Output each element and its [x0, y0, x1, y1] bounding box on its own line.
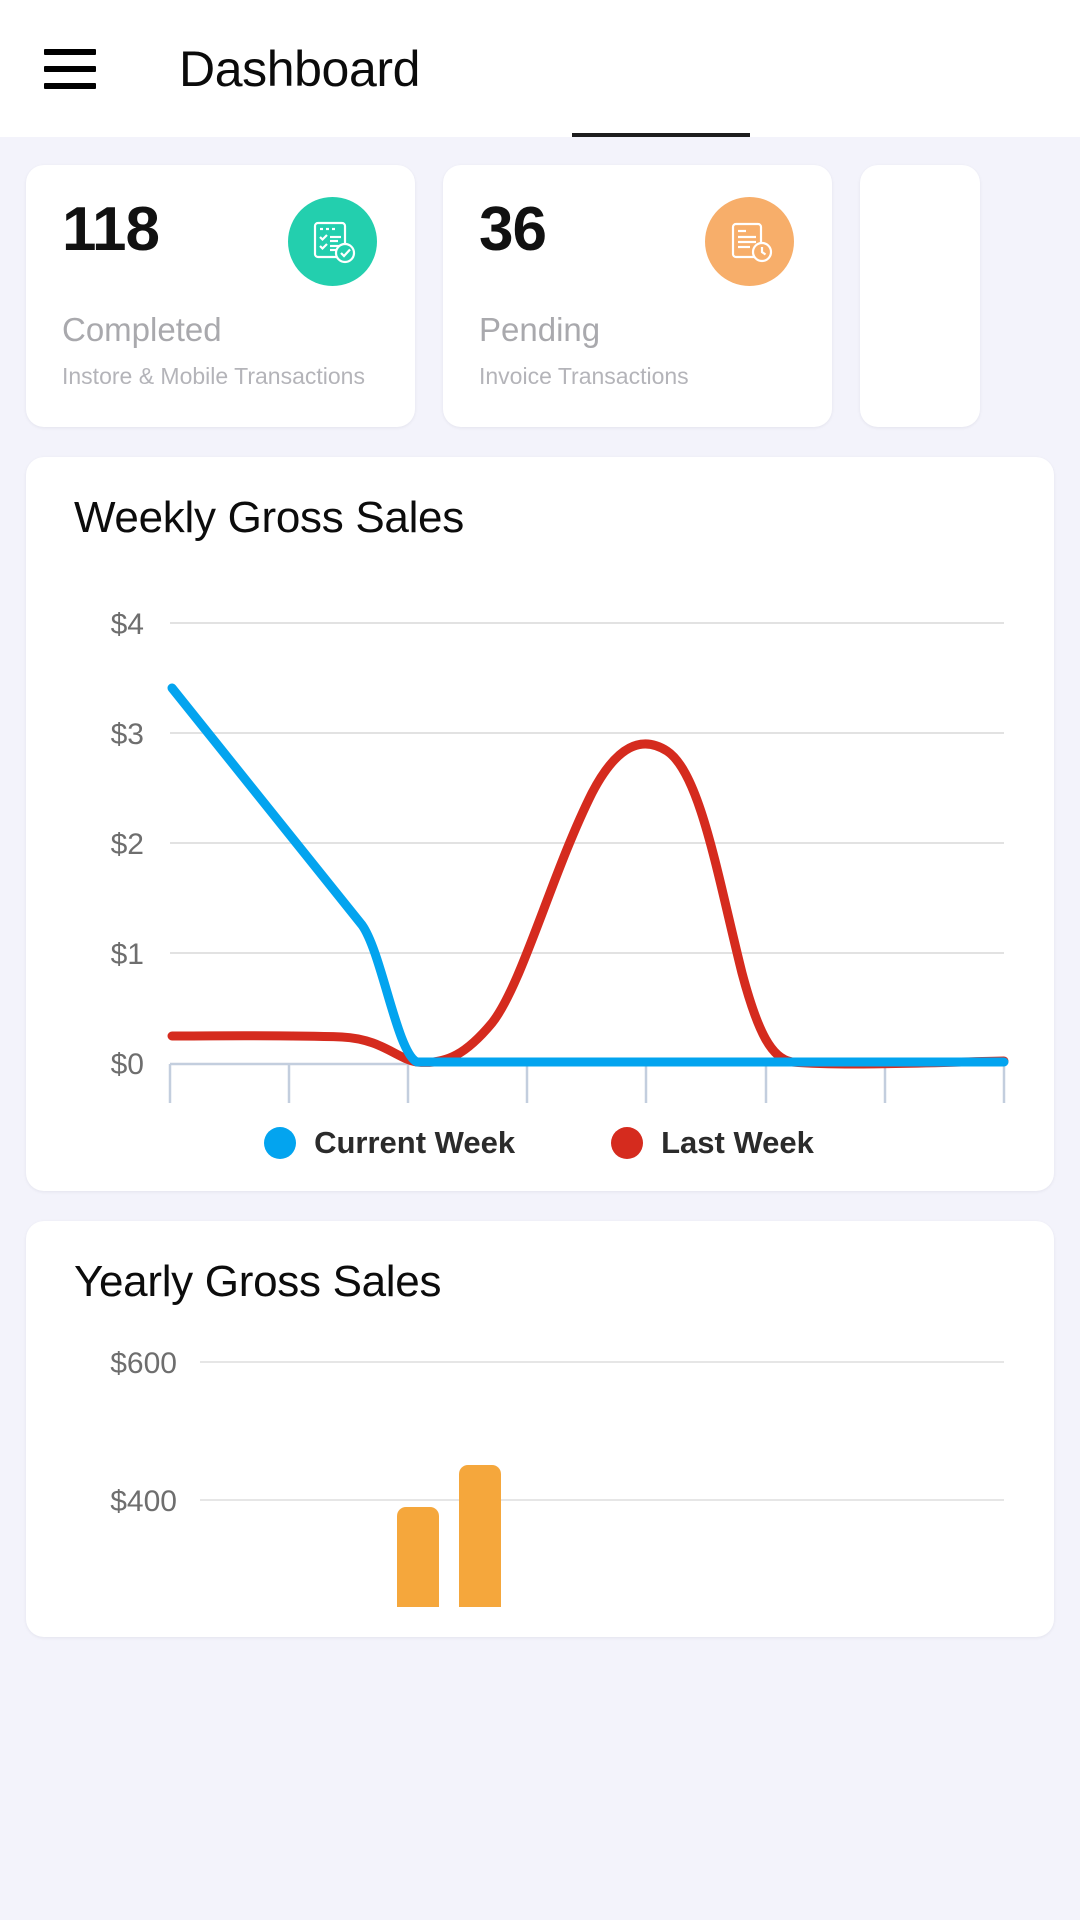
svg-text:$600: $600: [110, 1347, 177, 1380]
weekly-line-chart[interactable]: $4 $3 $2 $1 $0: [52, 543, 1026, 1103]
stat-label: Completed: [62, 311, 222, 348]
page-title: Dashboard: [179, 40, 421, 97]
stat-sublabel: Invoice Transactions: [479, 363, 689, 389]
hamburger-menu-icon[interactable]: [44, 48, 96, 89]
legend-item-last-week[interactable]: Last Week: [611, 1125, 814, 1161]
clipboard-check-icon: [288, 197, 377, 286]
svg-text:$1: $1: [111, 938, 144, 971]
legend-item-current-week[interactable]: Current Week: [264, 1125, 515, 1161]
svg-text:$4: $4: [111, 608, 144, 641]
stat-card-next[interactable]: [860, 165, 980, 427]
yearly-gross-sales-panel: Yearly Gross Sales $600 $400: [26, 1221, 1054, 1637]
stat-sublabel: Instore & Mobile Transactions: [62, 363, 365, 389]
yearly-bar-chart[interactable]: $600 $400: [52, 1307, 1026, 1607]
legend-label: Last Week: [661, 1125, 814, 1160]
yearly-chart-title: Yearly Gross Sales: [74, 1257, 442, 1306]
svg-text:$2: $2: [111, 828, 144, 861]
legend-color-dot: [611, 1127, 644, 1159]
weekly-gross-sales-panel: Weekly Gross Sales $4 $3 $2 $1 $0 Curren…: [26, 457, 1054, 1191]
stat-card-pending[interactable]: 36 Pending Invoice Transactions: [443, 165, 832, 427]
legend-color-dot: [264, 1127, 297, 1159]
stat-cards-row: 118 Completed Instore & Mobile Transacti…: [0, 137, 1080, 427]
svg-text:$0: $0: [111, 1048, 144, 1081]
weekly-chart-title: Weekly Gross Sales: [74, 493, 464, 542]
stat-label: Pending: [479, 311, 601, 348]
weekly-chart-legend: Current Week Last Week: [52, 1125, 1026, 1161]
app-header: Dashboard: [0, 0, 1080, 137]
legend-label: Current Week: [314, 1125, 516, 1160]
invoice-clock-icon: [705, 197, 794, 286]
tab-indicator: [572, 133, 750, 137]
svg-text:$3: $3: [111, 718, 144, 751]
svg-text:$400: $400: [110, 1485, 177, 1518]
stat-card-completed[interactable]: 118 Completed Instore & Mobile Transacti…: [26, 165, 415, 427]
